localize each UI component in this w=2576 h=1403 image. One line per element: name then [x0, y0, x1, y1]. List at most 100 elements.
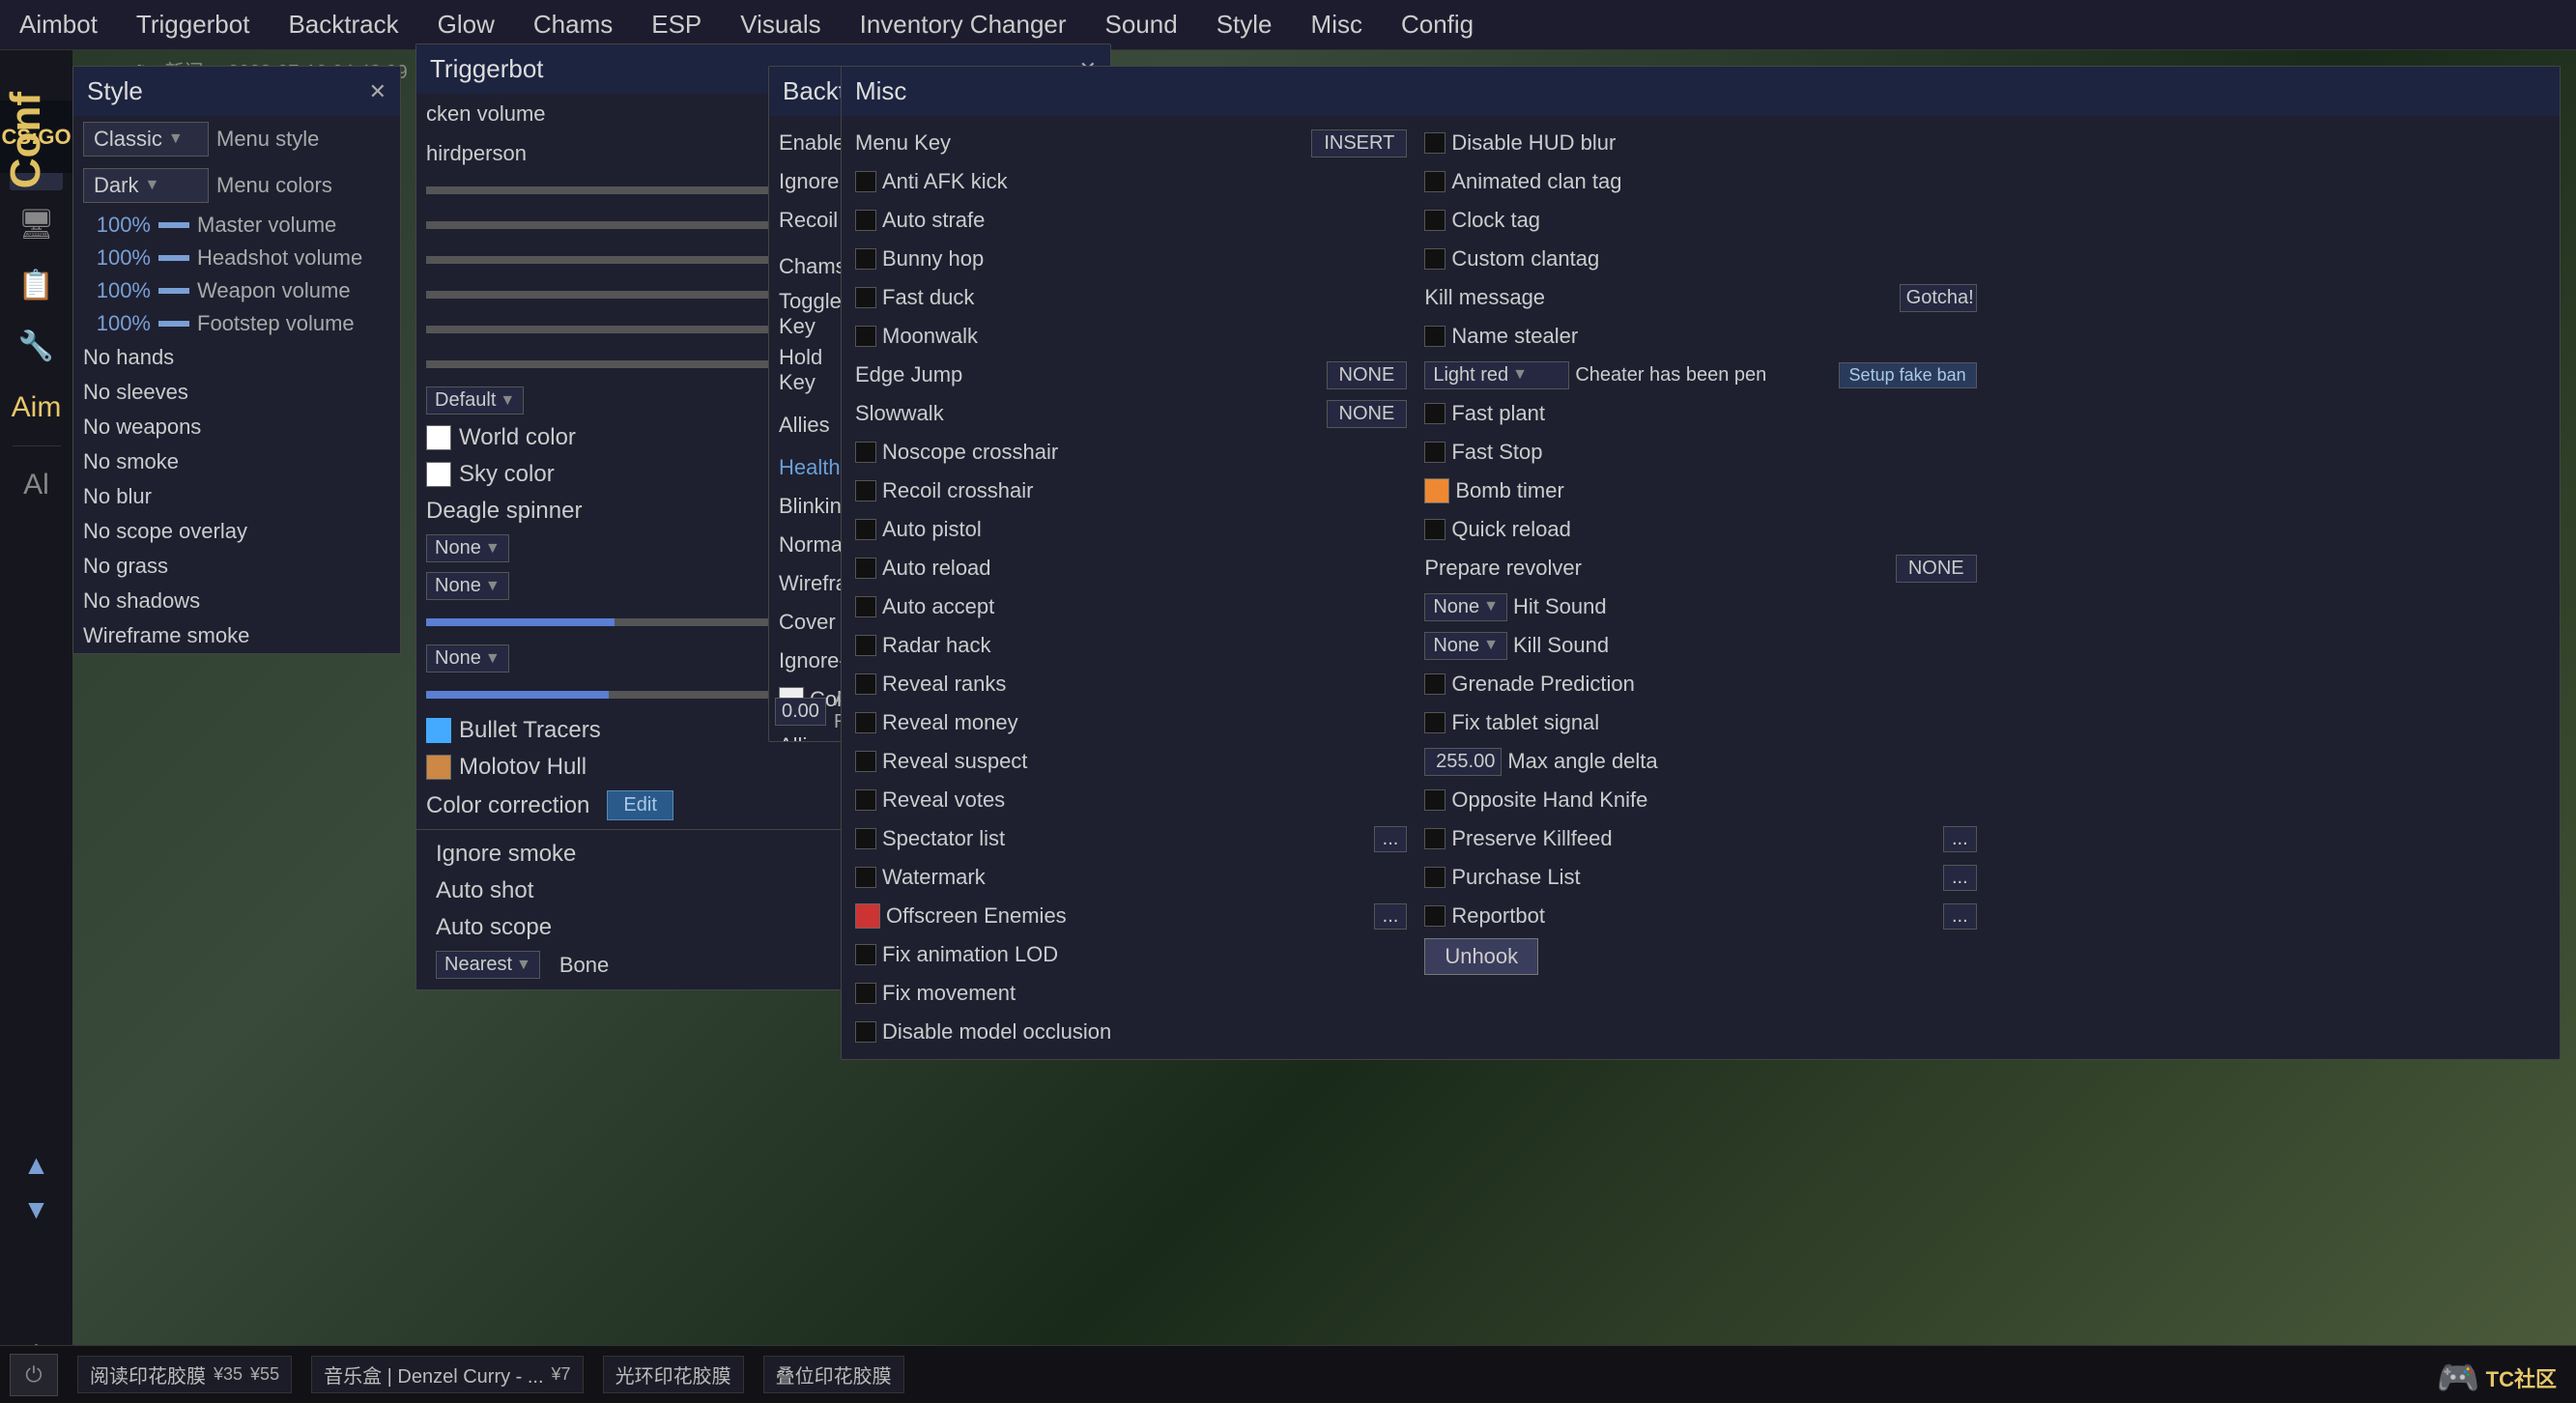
menu-config[interactable]: Config [1401, 10, 1474, 40]
reveal-votes-checkbox[interactable] [855, 789, 876, 811]
moonwalk-label: Moonwalk [882, 324, 1407, 349]
menu-glow[interactable]: Glow [438, 10, 495, 40]
hit-effect-select[interactable]: None ▼ [426, 572, 509, 600]
menu-sound[interactable]: Sound [1105, 10, 1178, 40]
footstep-volume-slider[interactable] [158, 321, 189, 327]
sidebar-icon-screen[interactable]: 🖥 [10, 198, 63, 251]
style-close-button[interactable]: ✕ [369, 79, 386, 104]
moonwalk-checkbox[interactable] [855, 326, 876, 347]
grenade-pred-checkbox[interactable] [1424, 673, 1445, 695]
anti-afk-checkbox[interactable] [855, 171, 876, 192]
anim-clan-checkbox[interactable] [1424, 171, 1445, 192]
opp-hand-checkbox[interactable] [1424, 789, 1445, 811]
power-taskbar-icon[interactable]: ⏻ [10, 1354, 58, 1396]
no-hands-label: No hands [83, 345, 174, 370]
auto-strafe-checkbox[interactable] [855, 210, 876, 231]
purchase-list-checkbox[interactable] [1424, 867, 1445, 888]
menu-chams[interactable]: Chams [533, 10, 613, 40]
bomb-timer-swatch[interactable] [1424, 478, 1449, 503]
auto-pistol-checkbox[interactable] [855, 519, 876, 540]
fix-tablet-checkbox[interactable] [1424, 712, 1445, 733]
unhook-button[interactable]: Unhook [1424, 938, 1538, 975]
kill-msg-input[interactable]: Gotcha! [1900, 284, 1977, 312]
menu-misc[interactable]: Misc [1311, 10, 1362, 40]
kill-sound-select[interactable]: None ▼ [1424, 632, 1507, 660]
menu-style[interactable]: Style [1216, 10, 1273, 40]
preserve-killfeed-checkbox[interactable] [1424, 828, 1445, 849]
noscope-checkbox[interactable] [855, 442, 876, 463]
bullet-tracers-label: Bullet Tracers [459, 717, 601, 744]
max-angle-input[interactable]: 255.00 [1424, 748, 1502, 776]
purchase-list-dots[interactable]: ... [1943, 865, 1977, 891]
color-correction-edit-button[interactable]: Edit [607, 790, 673, 820]
bunny-hop-checkbox[interactable] [855, 248, 876, 270]
taskbar-item-3[interactable]: 光环印花胶膜 [603, 1356, 744, 1393]
fast-plant-checkbox[interactable] [1424, 403, 1445, 424]
fix-anim-checkbox[interactable] [855, 944, 876, 965]
sidebar-icon-list[interactable]: 📋 [10, 259, 63, 312]
world-color-swatch[interactable] [426, 425, 451, 450]
taskbar-item-2[interactable]: 音乐盒 | Denzel Curry - ... ¥7 [311, 1356, 583, 1393]
scroll-down[interactable]: ▼ [19, 1190, 54, 1229]
fast-duck-checkbox[interactable] [855, 287, 876, 308]
sidebar-icon-tool[interactable]: 🔧 [10, 320, 63, 373]
offscreen-enemies-swatch[interactable] [855, 903, 880, 929]
menu-visuals[interactable]: Visuals [740, 10, 820, 40]
quick-reload-checkbox[interactable] [1424, 519, 1445, 540]
offscreen-enemies-dots[interactable]: ... [1374, 903, 1408, 930]
menu-backtrack[interactable]: Backtrack [288, 10, 398, 40]
screen-effect-select[interactable]: None ▼ [426, 534, 509, 562]
fix-tablet-label: Fix tablet signal [1451, 710, 1976, 735]
aspect-ratio-input[interactable]: 0.00 [775, 698, 826, 726]
custom-clantag-checkbox[interactable] [1424, 248, 1445, 270]
auto-accept-checkbox[interactable] [855, 596, 876, 617]
disable-model-checkbox[interactable] [855, 1021, 876, 1043]
bone-select[interactable]: Nearest ▼ [436, 951, 540, 979]
hit-marker-select[interactable]: None ▼ [426, 644, 509, 673]
auto-reload-checkbox[interactable] [855, 558, 876, 579]
fix-movement-checkbox[interactable] [855, 983, 876, 1004]
name-stealer-checkbox[interactable] [1424, 326, 1445, 347]
menu-inventory[interactable]: Inventory Changer [860, 10, 1067, 40]
reveal-suspect-checkbox[interactable] [855, 751, 876, 772]
radar-hack-checkbox[interactable] [855, 635, 876, 656]
setup-fake-ban-button[interactable]: Setup fake ban [1839, 362, 1977, 388]
skybox-select[interactable]: Default ▼ [426, 387, 524, 415]
scroll-up[interactable]: ▲ [19, 1146, 54, 1185]
sky-color-swatch[interactable] [426, 462, 451, 487]
hit-sound-select[interactable]: None ▼ [1424, 593, 1507, 621]
headshot-volume-slider[interactable] [158, 255, 189, 261]
recoil-crosshair-checkbox[interactable] [855, 480, 876, 501]
bullet-tracers-swatch[interactable] [426, 718, 451, 743]
menu-esp[interactable]: ESP [651, 10, 701, 40]
reveal-ranks-checkbox[interactable] [855, 673, 876, 695]
preserve-killfeed-dots[interactable]: ... [1943, 826, 1977, 852]
clock-tag-checkbox[interactable] [1424, 210, 1445, 231]
reportbot-checkbox[interactable] [1424, 905, 1445, 927]
prepare-revolver-key[interactable]: NONE [1896, 555, 1977, 583]
weapon-volume-slider[interactable] [158, 288, 189, 294]
taskbar-item-4[interactable]: 叠位印花胶膜 [763, 1356, 904, 1393]
watermark-checkbox[interactable] [855, 867, 876, 888]
reportbot-dots[interactable]: ... [1943, 903, 1977, 930]
fast-stop-checkbox[interactable] [1424, 442, 1445, 463]
misc-prepare-revolver-row: Prepare revolver NONE [1420, 549, 1980, 587]
spectator-list-dots[interactable]: ... [1374, 826, 1408, 852]
light-red-select[interactable]: Light red ▼ [1424, 361, 1569, 389]
taskbar-item-1[interactable]: 阅读印花胶膜 ¥35 ¥55 [77, 1356, 292, 1393]
tc-logo-area: 🎮 TC社区 [2437, 1358, 2557, 1398]
master-volume-slider[interactable] [158, 222, 189, 228]
disable-hud-checkbox[interactable] [1424, 132, 1445, 154]
molotov-hull-swatch[interactable] [426, 755, 451, 780]
spectator-list-checkbox[interactable] [855, 828, 876, 849]
sidebar-icon-aimbot[interactable]: Aim [10, 381, 63, 434]
style-dropdown[interactable]: Classic ▼ [83, 122, 209, 157]
colors-dropdown[interactable]: Dark ▼ [83, 168, 209, 203]
menu-aimbot[interactable]: Aimbot [19, 10, 98, 40]
misc-menu-key-btn[interactable]: INSERT [1311, 129, 1407, 157]
menu-triggerbot[interactable]: Triggerbot [136, 10, 250, 40]
slowwalk-key[interactable]: NONE [1327, 400, 1408, 428]
reveal-money-checkbox[interactable] [855, 712, 876, 733]
sidebar-icon-al[interactable]: Al [10, 458, 63, 511]
edge-jump-key[interactable]: NONE [1327, 361, 1408, 389]
